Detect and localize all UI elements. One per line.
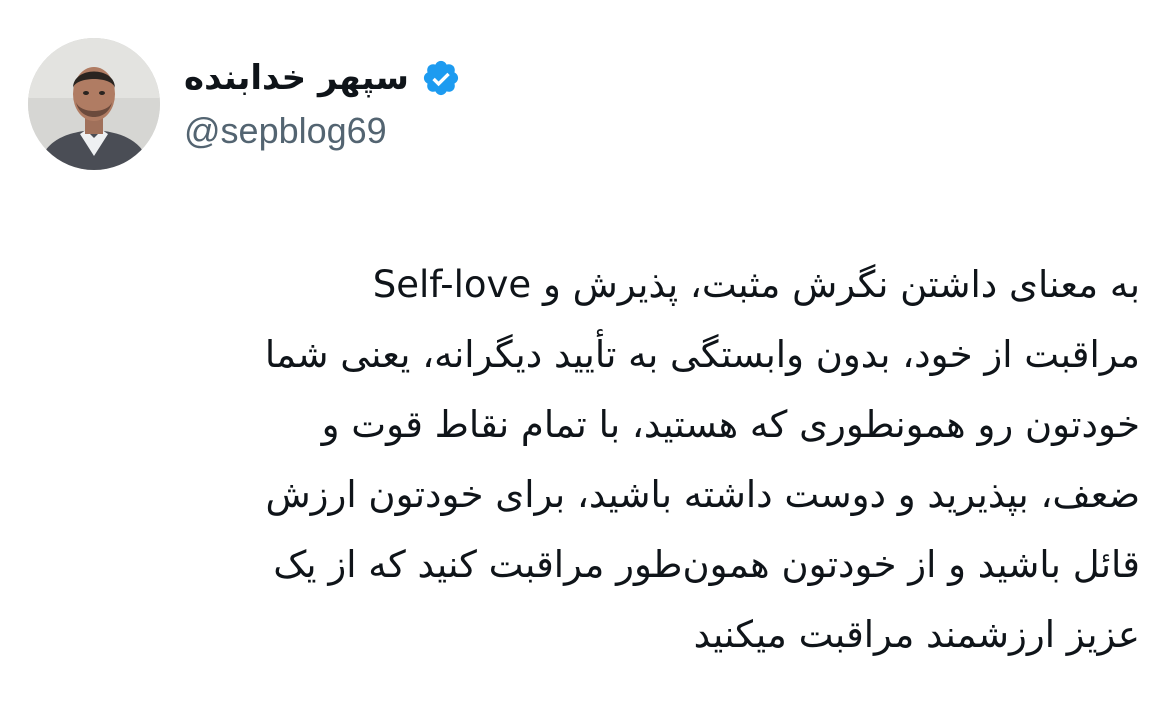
avatar-image bbox=[28, 38, 160, 170]
tweet-text-line: ضعف، بپذیرید و دوست داشته باشید، برای خو… bbox=[265, 473, 1140, 516]
tweet-text: Self-love به معنای داشتن نگرش مثبت، پذیر… bbox=[30, 250, 1140, 670]
tweet-text-line: Self-love به معنای داشتن نگرش مثبت، پذیر… bbox=[372, 263, 1140, 306]
author-display-name[interactable]: سپهر خدابنده bbox=[184, 58, 409, 98]
verified-badge-icon bbox=[421, 58, 461, 98]
tweet-text-line: مراقبت از خود، بدون وابستگی به تأیید دیگ… bbox=[264, 333, 1140, 376]
author-name-row: سپهر خدابنده bbox=[184, 52, 461, 104]
tweet-text-line: خودتون رو همونطوری که هستید، با تمام نقا… bbox=[321, 403, 1140, 446]
tweet-text-line: قائل باشید و از خودتون همون‌طور مراقبت ک… bbox=[273, 543, 1140, 586]
avatar[interactable] bbox=[28, 38, 160, 170]
tweet-text-line: عزیز ارزشمند مراقبت میکنید bbox=[693, 613, 1140, 656]
author-handle[interactable]: @sepblog69 bbox=[184, 110, 387, 152]
tweet-card: سپهر خدابنده @sepblog69 Self-love به معن… bbox=[0, 0, 1170, 705]
